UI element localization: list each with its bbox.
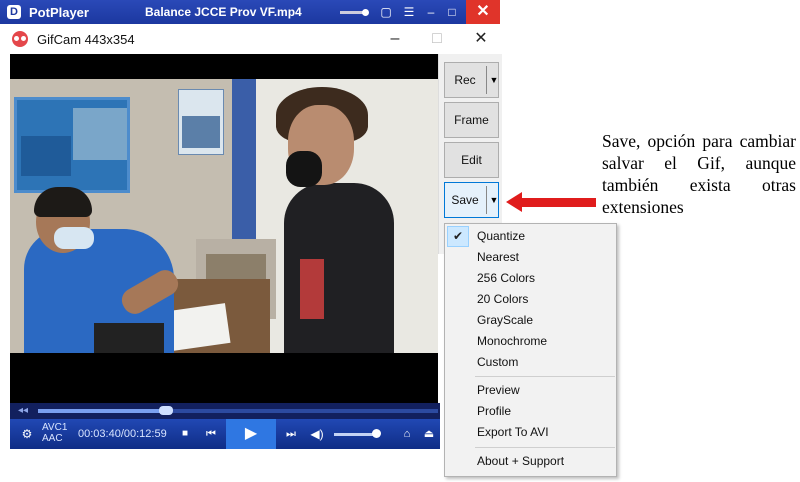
eject-icon[interactable]: ⏏ xyxy=(420,425,438,443)
gifcam-maximize-icon: □ xyxy=(432,30,442,47)
checkmark-icon: ✔ xyxy=(447,226,469,247)
video-capture-area xyxy=(10,54,438,403)
menu-item-label: 256 Colors xyxy=(477,271,536,285)
stop-icon[interactable]: ■ xyxy=(176,425,194,443)
menu-item-label: Monochrome xyxy=(477,334,548,348)
menu-item-monochrome[interactable]: Monochrome xyxy=(446,331,616,352)
gifcam-logo-icon xyxy=(12,31,28,47)
menu-item-label: Preview xyxy=(477,383,520,397)
potplayer-title-volume-slider[interactable] xyxy=(340,9,369,16)
play-button[interactable]: ▶ xyxy=(226,419,276,449)
audio-codec-label: AAC xyxy=(42,433,63,444)
potplayer-file-name: Balance JCCE Prov VF.mp4 xyxy=(145,5,302,19)
save-dropdown-menu: ✔ Quantize Nearest 256 Colors 20 Colors … xyxy=(444,223,617,477)
menu-separator xyxy=(475,447,615,448)
menu-item-256-colors[interactable]: 256 Colors xyxy=(446,268,616,289)
video-codec-label: AVC1 xyxy=(42,422,68,433)
seek-progress-fill xyxy=(38,409,166,413)
potplayer-app-name: PotPlayer xyxy=(29,4,89,20)
menu-item-label: Export To AVI xyxy=(477,425,549,439)
capture-icon[interactable]: ⌂ xyxy=(398,425,416,443)
seek-thumb[interactable] xyxy=(159,406,173,415)
menu-item-profile[interactable]: Profile xyxy=(446,401,616,422)
menu-item-custom[interactable]: Custom xyxy=(446,352,616,373)
gifcam-titlebar: GifCam 443x354 – □ ✕ xyxy=(0,24,500,54)
menu-item-label: Nearest xyxy=(477,250,520,264)
menu-item-label: Quantize xyxy=(477,229,526,243)
player-controls: ⚙ AVC1 AAC 00:03:40/00:12:59 ■ ⏮ ▶ ⏭ ◀) … xyxy=(10,419,440,449)
gifcam-window-title: GifCam 443x354 xyxy=(37,31,135,47)
menu-item-label: About + Support xyxy=(477,454,565,468)
menu-item-preview[interactable]: Preview xyxy=(446,380,616,401)
volume-knob[interactable] xyxy=(372,429,381,438)
previous-icon[interactable]: ⏮ xyxy=(202,425,220,443)
menu-item-label: Profile xyxy=(477,404,512,418)
potplayer-logo-icon: D xyxy=(7,5,21,19)
video-frame-image xyxy=(10,79,438,353)
edit-button[interactable]: Edit xyxy=(444,142,499,178)
gifcam-minimize-icon[interactable]: – xyxy=(386,30,404,48)
rec-button[interactable]: Rec ▼ xyxy=(444,62,499,98)
minimize-icon[interactable]: – xyxy=(422,3,440,21)
next-icon[interactable]: ⏭ xyxy=(282,425,300,443)
menu-icon[interactable]: ☰ xyxy=(400,3,418,21)
menu-item-20-colors[interactable]: 20 Colors xyxy=(446,289,616,310)
menu-item-label: GrayScale xyxy=(477,313,534,327)
menu-item-export-to-avi[interactable]: Export To AVI xyxy=(446,422,616,443)
potplayer-titlebar: D PotPlayer Balance JCCE Prov VF.mp4 ▢ ☰… xyxy=(0,0,500,24)
maximize-icon[interactable]: □ xyxy=(443,3,461,21)
rec-dropdown-arrow-icon[interactable]: ▼ xyxy=(489,63,499,97)
gifcam-close-icon[interactable]: ✕ xyxy=(472,30,490,48)
menu-separator xyxy=(475,376,615,377)
screen-icon[interactable]: ▢ xyxy=(377,3,395,21)
settings-icon[interactable]: ⚙ xyxy=(18,425,36,443)
menu-item-nearest[interactable]: Nearest xyxy=(446,247,616,268)
save-dropdown-arrow-icon[interactable]: ▼ xyxy=(489,183,499,217)
annotation-arrow-icon xyxy=(506,192,596,212)
potplayer-close-button[interactable]: ✕ xyxy=(466,0,500,24)
rewind-icon[interactable]: ◂◂ xyxy=(18,405,28,416)
save-label: Save xyxy=(451,193,479,207)
save-button[interactable]: Save ▼ xyxy=(444,182,499,218)
codec-info: AVC1 AAC xyxy=(42,422,67,444)
rec-label: Rec xyxy=(454,73,476,87)
annotation-text: Save, opción para cambiar salvar el Gif,… xyxy=(602,131,796,217)
menu-item-grayscale[interactable]: GrayScale xyxy=(446,310,616,331)
speaker-icon[interactable]: ◀) xyxy=(308,425,326,443)
menu-item-about-support[interactable]: About + Support xyxy=(446,451,616,472)
seek-track[interactable] xyxy=(38,406,438,415)
seek-bar[interactable]: ◂◂ xyxy=(10,403,440,419)
menu-item-label: Custom xyxy=(477,355,519,369)
time-readout: 00:03:40/00:12:59 xyxy=(78,428,167,440)
menu-item-quantize[interactable]: ✔ Quantize xyxy=(446,226,616,247)
menu-item-label: 20 Colors xyxy=(477,292,529,306)
frame-button[interactable]: Frame xyxy=(444,102,499,138)
